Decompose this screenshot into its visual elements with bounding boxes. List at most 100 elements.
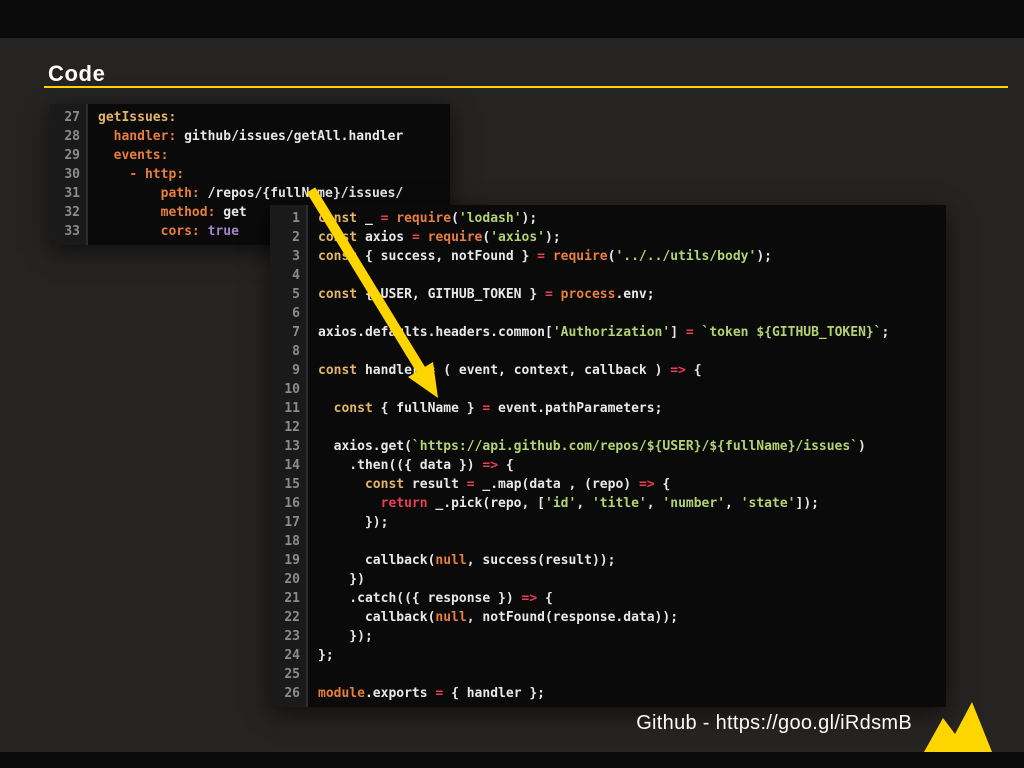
line-number: 32 bbox=[50, 203, 88, 222]
code-line: 26module.exports = { handler }; bbox=[270, 684, 946, 703]
line-number: 18 bbox=[270, 532, 308, 551]
code-text: const { success, notFound } = require('.… bbox=[308, 247, 772, 266]
line-number: 13 bbox=[270, 437, 308, 456]
line-number: 2 bbox=[270, 228, 308, 247]
code-line: 14 .then(({ data }) => { bbox=[270, 456, 946, 475]
code-text: path: /repos/{fullName}/issues/ bbox=[88, 184, 403, 203]
slide-title: Code bbox=[48, 61, 105, 87]
line-number: 20 bbox=[270, 570, 308, 589]
code-text: const { USER, GITHUB_TOKEN } = process.e… bbox=[308, 285, 655, 304]
code-line: 7axios.defaults.headers.common['Authoriz… bbox=[270, 323, 946, 342]
code-line: 20 }) bbox=[270, 570, 946, 589]
code-text bbox=[308, 342, 318, 361]
code-text: method: get bbox=[88, 203, 247, 222]
line-number: 31 bbox=[50, 184, 88, 203]
line-number: 7 bbox=[270, 323, 308, 342]
code-line: 27getIssues: bbox=[50, 108, 450, 127]
code-text: handler: github/issues/getAll.handler bbox=[88, 127, 403, 146]
line-number: 10 bbox=[270, 380, 308, 399]
code-text: getIssues: bbox=[88, 108, 176, 127]
code-text bbox=[308, 665, 318, 684]
code-text bbox=[308, 532, 318, 551]
code-text: callback(null, success(result)); bbox=[308, 551, 615, 570]
line-number: 33 bbox=[50, 222, 88, 241]
line-number: 19 bbox=[270, 551, 308, 570]
code-text bbox=[308, 418, 318, 437]
line-number: 26 bbox=[270, 684, 308, 703]
code-text: module.exports = { handler }; bbox=[308, 684, 545, 703]
code-text: const axios = require('axios'); bbox=[308, 228, 561, 247]
code-line: 30 - http: bbox=[50, 165, 450, 184]
code-text: return _.pick(repo, ['id', 'title', 'num… bbox=[308, 494, 819, 513]
title-divider bbox=[44, 86, 1008, 88]
line-number: 12 bbox=[270, 418, 308, 437]
code-text: cors: true bbox=[88, 222, 239, 241]
line-number: 16 bbox=[270, 494, 308, 513]
line-number: 4 bbox=[270, 266, 308, 285]
code-line: 28 handler: github/issues/getAll.handler bbox=[50, 127, 450, 146]
code-line: 17 }); bbox=[270, 513, 946, 532]
code-line: 13 axios.get(`https://api.github.com/rep… bbox=[270, 437, 946, 456]
code-text: axios.get(`https://api.github.com/repos/… bbox=[308, 437, 866, 456]
line-number: 22 bbox=[270, 608, 308, 627]
line-number: 9 bbox=[270, 361, 308, 380]
line-number: 21 bbox=[270, 589, 308, 608]
code-text: axios.defaults.headers.common['Authoriza… bbox=[308, 323, 889, 342]
line-number: 17 bbox=[270, 513, 308, 532]
line-number: 30 bbox=[50, 165, 88, 184]
code-line: 24}; bbox=[270, 646, 946, 665]
line-number: 5 bbox=[270, 285, 308, 304]
code-line: 25 bbox=[270, 665, 946, 684]
code-line: 31 path: /repos/{fullName}/issues/ bbox=[50, 184, 450, 203]
js-code-block: 1const _ = require('lodash');2const axio… bbox=[270, 205, 946, 707]
line-number: 1 bbox=[270, 209, 308, 228]
line-number: 8 bbox=[270, 342, 308, 361]
logo-icon bbox=[922, 700, 994, 754]
code-text: callback(null, notFound(response.data)); bbox=[308, 608, 678, 627]
code-line: 15 const result = _.map(data , (repo) =>… bbox=[270, 475, 946, 494]
code-line: 9const handler = ( event, context, callb… bbox=[270, 361, 946, 380]
line-number: 14 bbox=[270, 456, 308, 475]
code-text: }); bbox=[308, 513, 388, 532]
code-text: events: bbox=[88, 146, 168, 165]
code-text: .then(({ data }) => { bbox=[308, 456, 514, 475]
line-number: 23 bbox=[270, 627, 308, 646]
line-number: 29 bbox=[50, 146, 88, 165]
line-number: 25 bbox=[270, 665, 308, 684]
code-text: const handler = ( event, context, callba… bbox=[308, 361, 702, 380]
line-number: 6 bbox=[270, 304, 308, 323]
code-line: 29 events: bbox=[50, 146, 450, 165]
code-text: - http: bbox=[88, 165, 184, 184]
code-text: }); bbox=[308, 627, 373, 646]
code-text: const result = _.map(data , (repo) => { bbox=[308, 475, 670, 494]
code-line: 10 bbox=[270, 380, 946, 399]
code-line: 2const axios = require('axios'); bbox=[270, 228, 946, 247]
code-line: 16 return _.pick(repo, ['id', 'title', '… bbox=[270, 494, 946, 513]
code-line: 3const { success, notFound } = require('… bbox=[270, 247, 946, 266]
code-text: const _ = require('lodash'); bbox=[308, 209, 537, 228]
code-line: 11 const { fullName } = event.pathParame… bbox=[270, 399, 946, 418]
code-line: 12 bbox=[270, 418, 946, 437]
code-line: 18 bbox=[270, 532, 946, 551]
line-number: 11 bbox=[270, 399, 308, 418]
logo-shape bbox=[924, 702, 992, 752]
code-text: }) bbox=[308, 570, 365, 589]
code-text: .catch(({ response }) => { bbox=[308, 589, 553, 608]
line-number: 28 bbox=[50, 127, 88, 146]
line-number: 27 bbox=[50, 108, 88, 127]
code-line: 21 .catch(({ response }) => { bbox=[270, 589, 946, 608]
code-line: 19 callback(null, success(result)); bbox=[270, 551, 946, 570]
code-text bbox=[308, 380, 318, 399]
code-text bbox=[308, 304, 318, 323]
code-text: const { fullName } = event.pathParameter… bbox=[308, 399, 662, 418]
line-number: 24 bbox=[270, 646, 308, 665]
code-line: 4 bbox=[270, 266, 946, 285]
line-number: 3 bbox=[270, 247, 308, 266]
code-text: }; bbox=[308, 646, 334, 665]
github-link-text: Github - https://goo.gl/iRdsmB bbox=[636, 712, 912, 735]
code-line: 1const _ = require('lodash'); bbox=[270, 209, 946, 228]
code-line: 6 bbox=[270, 304, 946, 323]
code-line: 8 bbox=[270, 342, 946, 361]
line-number: 15 bbox=[270, 475, 308, 494]
code-line: 5const { USER, GITHUB_TOKEN } = process.… bbox=[270, 285, 946, 304]
